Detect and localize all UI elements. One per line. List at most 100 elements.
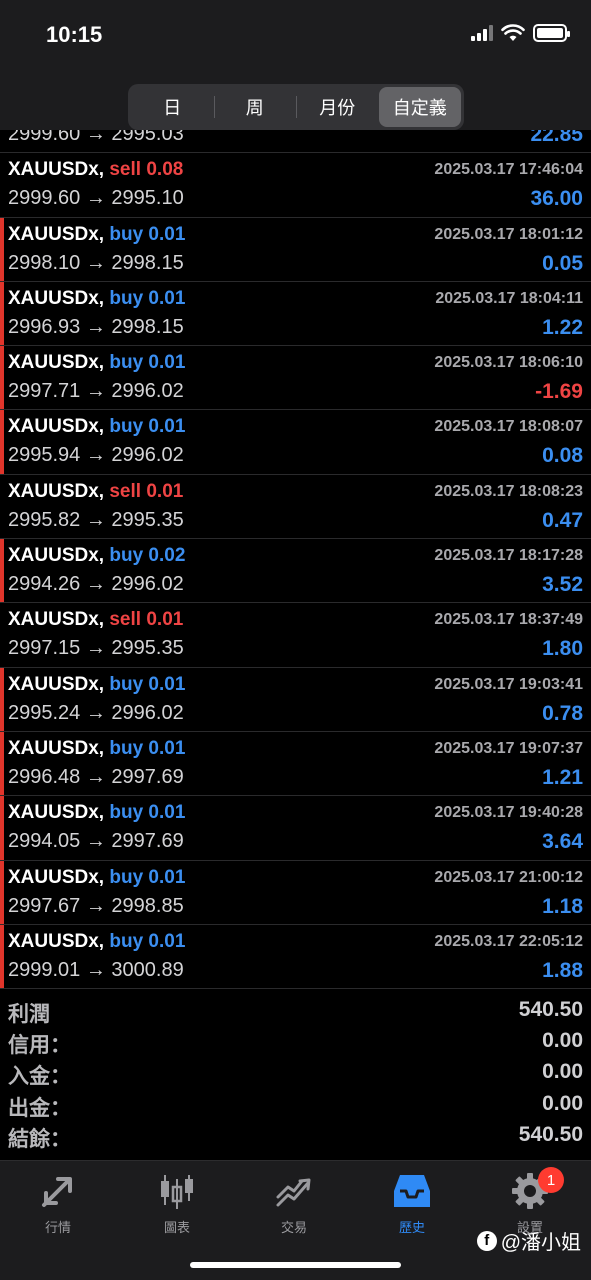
trade-profit: 22.85: [530, 130, 583, 146]
trade-row[interactable]: XAUUSDx, sell 0.01 2025.03.17 18:37:49 299…: [0, 603, 591, 668]
trade-header: XAUUSDx, buy 0.01: [8, 802, 185, 824]
trade-symbol: XAUUSDx,: [8, 930, 105, 952]
trade-lots: 0.01: [148, 930, 186, 952]
trade-datetime: 2025.03.17 19:40:28: [434, 804, 583, 822]
summary-label: 結餘：: [8, 1127, 71, 1151]
trade-row[interactable]: XAUUSDx, buy 0.01 2025.03.17 19:03:41 2995…: [0, 667, 591, 732]
trade-symbol: XAUUSDx,: [8, 352, 105, 374]
trade-prices: 2999.60 → 2995.03: [8, 130, 184, 145]
trade-prices: 2995.94 → 2996.02: [8, 444, 184, 467]
tab-label: 歷史: [398, 1220, 425, 1235]
trade-header: XAUUSDx, sell 0.01: [8, 481, 183, 503]
tab-trade[interactable]: 交易: [244, 1171, 344, 1241]
trade-datetime: 2025.03.17 18:37:49: [434, 611, 583, 629]
trade-prices: 2995.82 → 2995.35: [8, 508, 184, 531]
trade-header: XAUUSDx, buy 0.01: [8, 352, 185, 374]
summary-row-profit: 利潤 540.50: [0, 996, 591, 1027]
trade-lots: 0.01: [148, 802, 186, 824]
trade-lots: 0.02: [148, 545, 186, 567]
trade-symbol: XAUUSDx,: [8, 159, 105, 181]
summary-label: 出金：: [8, 1096, 71, 1120]
trade-profit: 0.47: [542, 508, 583, 532]
status-time: 10:15: [46, 22, 103, 47]
period-tab-custom[interactable]: 自定義: [378, 87, 461, 127]
trade-side: buy: [109, 223, 144, 245]
trade-list-inner: 2999.60 → 2995.03 22.85 XAUUSDx, sell 0.08…: [0, 130, 591, 990]
tab-charts[interactable]: 圖表: [127, 1171, 227, 1241]
trade-prices: 2996.93 → 2998.15: [8, 315, 184, 338]
trade-profit: 1.88: [542, 958, 583, 982]
summary-value: 0.00: [542, 1029, 583, 1053]
summary-value: 0.00: [542, 1060, 583, 1084]
trade-lots: 0.01: [148, 352, 186, 374]
trade-trend-icon: [276, 1178, 311, 1207]
trade-row[interactable]: XAUUSDx, buy 0.01 2025.03.17 18:06:10 2997…: [0, 346, 591, 411]
trade-header: XAUUSDx, buy 0.01: [8, 738, 185, 760]
trade-lots: 0.01: [148, 737, 186, 759]
summary-row-deposit: 入金： 0.00: [0, 1058, 591, 1089]
trade-prices: 2997.15 → 2995.35: [8, 637, 184, 660]
trade-row[interactable]: XAUUSDx, buy 0.01 2025.03.17 19:07:37 2996…: [0, 731, 591, 797]
trade-prices: 2999.01 → 3000.89: [8, 958, 184, 981]
trade-datetime: 2025.03.17 18:08:07: [434, 418, 583, 436]
trade-datetime: 2025.03.17 19:03:41: [434, 675, 583, 693]
trade-header: XAUUSDx, buy 0.01: [8, 867, 185, 889]
tab-quotes[interactable]: 行情: [8, 1171, 108, 1241]
trade-side: buy: [109, 352, 144, 374]
tab-history[interactable]: 歷史: [362, 1171, 462, 1241]
trade-profit: 36.00: [530, 187, 583, 211]
trade-lots: 0.01: [148, 673, 186, 695]
trade-row[interactable]: XAUUSDx, sell 0.08 2025.03.17 17:46:04 299…: [0, 153, 591, 218]
trade-lots: 0.01: [148, 866, 186, 888]
period-tab-week[interactable]: 周: [213, 87, 297, 127]
history-header: 日 周 月份 自定義: [0, 70, 591, 130]
trade-profit: 0.78: [542, 701, 583, 725]
trade-row[interactable]: XAUUSDx, buy 0.01 2025.03.17 21:00:12 2997…: [0, 860, 591, 925]
trade-row[interactable]: 2999.60 → 2995.03 22.85: [0, 130, 591, 154]
trade-header: XAUUSDx, buy 0.01: [8, 416, 185, 438]
trade-side: buy: [109, 737, 144, 759]
trade-datetime: 2025.03.17 19:07:37: [434, 739, 583, 757]
trade-symbol: XAUUSDx,: [8, 223, 105, 245]
trade-row[interactable]: XAUUSDx, buy 0.01 2025.03.17 22:05:12 2999…: [0, 924, 591, 990]
trade-side: buy: [109, 866, 144, 888]
trade-datetime: 2025.03.17 18:06:10: [434, 354, 583, 372]
trade-lots: 0.01: [148, 223, 186, 245]
trade-side: buy: [109, 930, 144, 952]
period-tab-day[interactable]: 日: [131, 87, 214, 127]
cellular-signal-icon: [471, 25, 493, 41]
period-tab-month[interactable]: 月份: [296, 87, 379, 127]
quotes-arrows-icon: [42, 1177, 72, 1207]
trade-row[interactable]: XAUUSDx, buy 0.01 2025.03.17 18:01:12 2998…: [0, 217, 591, 282]
notification-badge: 1: [538, 1167, 564, 1193]
candlestick-chart-icon: [161, 1175, 193, 1209]
trade-row[interactable]: XAUUSDx, buy 0.01 2025.03.17 18:08:07 2995…: [0, 410, 591, 475]
trade-row[interactable]: XAUUSDx, buy 0.02 2025.03.17 18:17:28 2994…: [0, 539, 591, 604]
trade-symbol: XAUUSDx,: [8, 609, 105, 631]
trade-profit: 0.08: [542, 444, 583, 468]
trade-profit: 3.52: [542, 573, 583, 597]
trade-symbol: XAUUSDx,: [8, 480, 105, 502]
tab-label: 行情: [44, 1220, 71, 1235]
trade-lots: 0.01: [146, 480, 184, 502]
trade-row[interactable]: XAUUSDx, buy 0.01 2025.03.17 19:40:28 2994…: [0, 796, 591, 861]
trade-header: XAUUSDx, buy 0.02: [8, 545, 185, 567]
home-indicator[interactable]: [190, 1262, 401, 1268]
trade-prices: 2995.24 → 2996.02: [8, 701, 184, 724]
trade-lots: 0.01: [148, 287, 186, 309]
trade-prices: 2997.71 → 2996.02: [8, 380, 184, 403]
trade-side: buy: [109, 545, 144, 567]
trade-lots: 0.01: [146, 609, 184, 631]
trade-prices: 2996.48 → 2997.69: [8, 765, 184, 788]
trade-row[interactable]: XAUUSDx, buy 0.01 2025.03.17 18:04:11 2996…: [0, 281, 591, 347]
trade-header: XAUUSDx, buy 0.01: [8, 224, 185, 246]
trade-datetime: 2025.03.17 18:01:12: [434, 225, 583, 243]
status-bar: 10:15: [0, 0, 591, 70]
trade-row[interactable]: XAUUSDx, sell 0.01 2025.03.17 18:08:23 299…: [0, 474, 591, 540]
facebook-logo-icon: f: [476, 1230, 497, 1251]
trade-symbol: XAUUSDx,: [8, 673, 105, 695]
status-icons: [471, 24, 570, 42]
tab-label: 交易: [280, 1220, 307, 1235]
trade-profit: 1.22: [542, 315, 583, 339]
trade-history-list[interactable]: 2999.60 → 2995.03 22.85 XAUUSDx, sell 0.08…: [0, 130, 591, 990]
